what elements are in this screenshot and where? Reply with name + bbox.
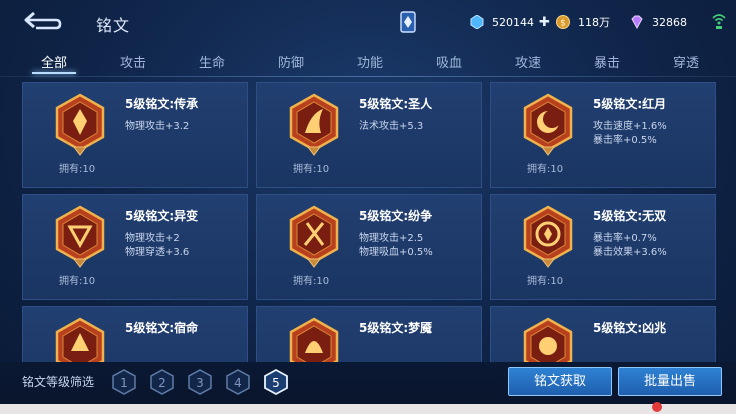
notification-dot-icon xyxy=(652,402,662,412)
rune-stat: 攻击速度+1.6% xyxy=(593,121,667,132)
rune-name: 5级铭文:宿命 xyxy=(125,321,199,335)
tab-health[interactable]: 生命 xyxy=(182,52,242,71)
gold-coin-icon: $ xyxy=(556,15,570,29)
rune-card[interactable]: 5级铭文:无双 暴击率+0.7% 暴击效果+3.6% 拥有:10 xyxy=(490,194,716,300)
tab-crit[interactable]: 暴击 xyxy=(577,52,637,71)
rune-stat: 物理攻击+2 xyxy=(125,233,180,244)
tab-divider xyxy=(0,76,736,77)
level-label: 1 xyxy=(120,376,128,390)
rune-chuancheng-icon xyxy=(55,93,105,156)
rune-suming-icon xyxy=(55,317,105,362)
rune-name: 5级铭文:纷争 xyxy=(359,209,433,223)
gem-count: 32868 xyxy=(652,15,687,29)
rune-yibian-icon xyxy=(55,205,105,268)
rune-card[interactable]: 5级铭文:梦魇 xyxy=(256,306,482,362)
rune-name: 5级铭文:梦魇 xyxy=(359,321,433,335)
rune-card[interactable]: 5级铭文:圣人 法术攻击+5.3 拥有:10 xyxy=(256,82,482,188)
rune-acquire-button[interactable]: 铭文获取 xyxy=(508,367,612,396)
rune-owned-count: 拥有:10 xyxy=(293,164,330,175)
rune-card[interactable]: 5级铭文:凶兆 xyxy=(490,306,716,362)
category-tabs: 全部 攻击 生命 防御 功能 吸血 攻速 暴击 穿透 xyxy=(0,46,736,74)
level-filter-label: 铭文等级筛选 xyxy=(22,375,95,389)
diamond-icon xyxy=(470,15,484,29)
rune-name: 5级铭文:无双 xyxy=(593,209,667,223)
rune-stat: 物理穿透+3.6 xyxy=(125,247,190,258)
tab-attack-speed[interactable]: 攻速 xyxy=(498,52,558,71)
svg-text:$: $ xyxy=(560,19,566,29)
top-bar: 铭文 520144 ✚ $ 118万 32868 xyxy=(0,0,736,44)
level-filter-3[interactable]: 3 xyxy=(188,369,212,395)
rune-name: 5级铭文:凶兆 xyxy=(593,321,667,335)
rune-owned-count: 拥有:10 xyxy=(527,276,564,287)
rune-stat: 法术攻击+5.3 xyxy=(359,121,424,132)
tab-penetration[interactable]: 穿透 xyxy=(656,52,716,71)
rune-xiongzhao-icon xyxy=(523,317,573,362)
rune-shengren-icon xyxy=(289,93,339,156)
level-label: 2 xyxy=(158,376,166,390)
rune-mengyan-icon xyxy=(289,317,339,362)
bulk-sell-button[interactable]: 批量出售 xyxy=(618,367,722,396)
diamond-count: 520144 xyxy=(492,15,534,29)
tab-lifesteal[interactable]: 吸血 xyxy=(419,52,479,71)
wifi-signal-icon xyxy=(712,14,726,29)
rune-card[interactable]: 5级铭文:红月 攻击速度+1.6% 暴击率+0.5% 拥有:10 xyxy=(490,82,716,188)
rune-card[interactable]: 5级铭文:纷争 物理攻击+2.5 物理吸血+0.5% 拥有:10 xyxy=(256,194,482,300)
level-label: 5 xyxy=(272,376,280,390)
diamond-resource: 520144 ✚ xyxy=(470,12,550,32)
rune-stat: 暴击率+0.5% xyxy=(593,135,657,146)
level-filter-5[interactable]: 5 xyxy=(264,369,288,395)
tab-attack[interactable]: 攻击 xyxy=(103,52,163,71)
rune-stat: 物理攻击+2.5 xyxy=(359,233,424,244)
rune-stat: 物理吸血+0.5% xyxy=(359,247,433,258)
rune-wushuang-icon xyxy=(523,205,573,268)
level-label: 4 xyxy=(234,376,242,390)
rune-stat: 物理攻击+3.2 xyxy=(125,121,190,132)
rune-card[interactable]: 5级铭文:传承 物理攻击+3.2 拥有:10 xyxy=(22,82,248,188)
rune-book-icon[interactable] xyxy=(398,10,418,34)
gem-resource: 32868 xyxy=(630,12,687,32)
rune-name: 5级铭文:异变 xyxy=(125,209,199,223)
rune-stat: 暴击效果+3.6% xyxy=(593,247,667,258)
rune-card[interactable]: 5级铭文:异变 物理攻击+2 物理穿透+3.6 拥有:10 xyxy=(22,194,248,300)
rune-owned-count: 拥有:10 xyxy=(59,276,96,287)
rune-name: 5级铭文:红月 xyxy=(593,97,667,111)
tab-all[interactable]: 全部 xyxy=(24,52,84,71)
page-title: 铭文 xyxy=(96,16,131,35)
gem-icon xyxy=(631,15,643,29)
back-arrow-icon[interactable] xyxy=(22,9,62,33)
rune-name: 5级铭文:圣人 xyxy=(359,97,433,111)
gold-resource: $ 118万 xyxy=(556,12,610,32)
level-filter-2[interactable]: 2 xyxy=(150,369,174,395)
gold-count: 118万 xyxy=(578,16,610,29)
rune-fenzheng-icon xyxy=(289,205,339,268)
rune-name: 5级铭文:传承 xyxy=(125,97,199,111)
rune-owned-count: 拥有:10 xyxy=(293,276,330,287)
rune-card[interactable]: 5级铭文:宿命 xyxy=(22,306,248,362)
level-label: 3 xyxy=(196,376,204,390)
rune-grid: 5级铭文:传承 物理攻击+3.2 拥有:10 5级铭文:圣人 法术攻击+5.3 … xyxy=(0,80,736,362)
rune-stat: 暴击率+0.7% xyxy=(593,233,657,244)
rune-hongyue-icon xyxy=(523,93,573,156)
tab-function[interactable]: 功能 xyxy=(340,52,400,71)
level-filter-4[interactable]: 4 xyxy=(226,369,250,395)
rune-owned-count: 拥有:10 xyxy=(527,164,564,175)
bottom-edge xyxy=(0,404,736,414)
add-diamond-button[interactable]: ✚ xyxy=(539,15,550,30)
tab-defense[interactable]: 防御 xyxy=(261,52,321,71)
level-filter-1[interactable]: 1 xyxy=(112,369,136,395)
rune-owned-count: 拥有:10 xyxy=(59,164,96,175)
active-tab-indicator xyxy=(32,72,76,74)
